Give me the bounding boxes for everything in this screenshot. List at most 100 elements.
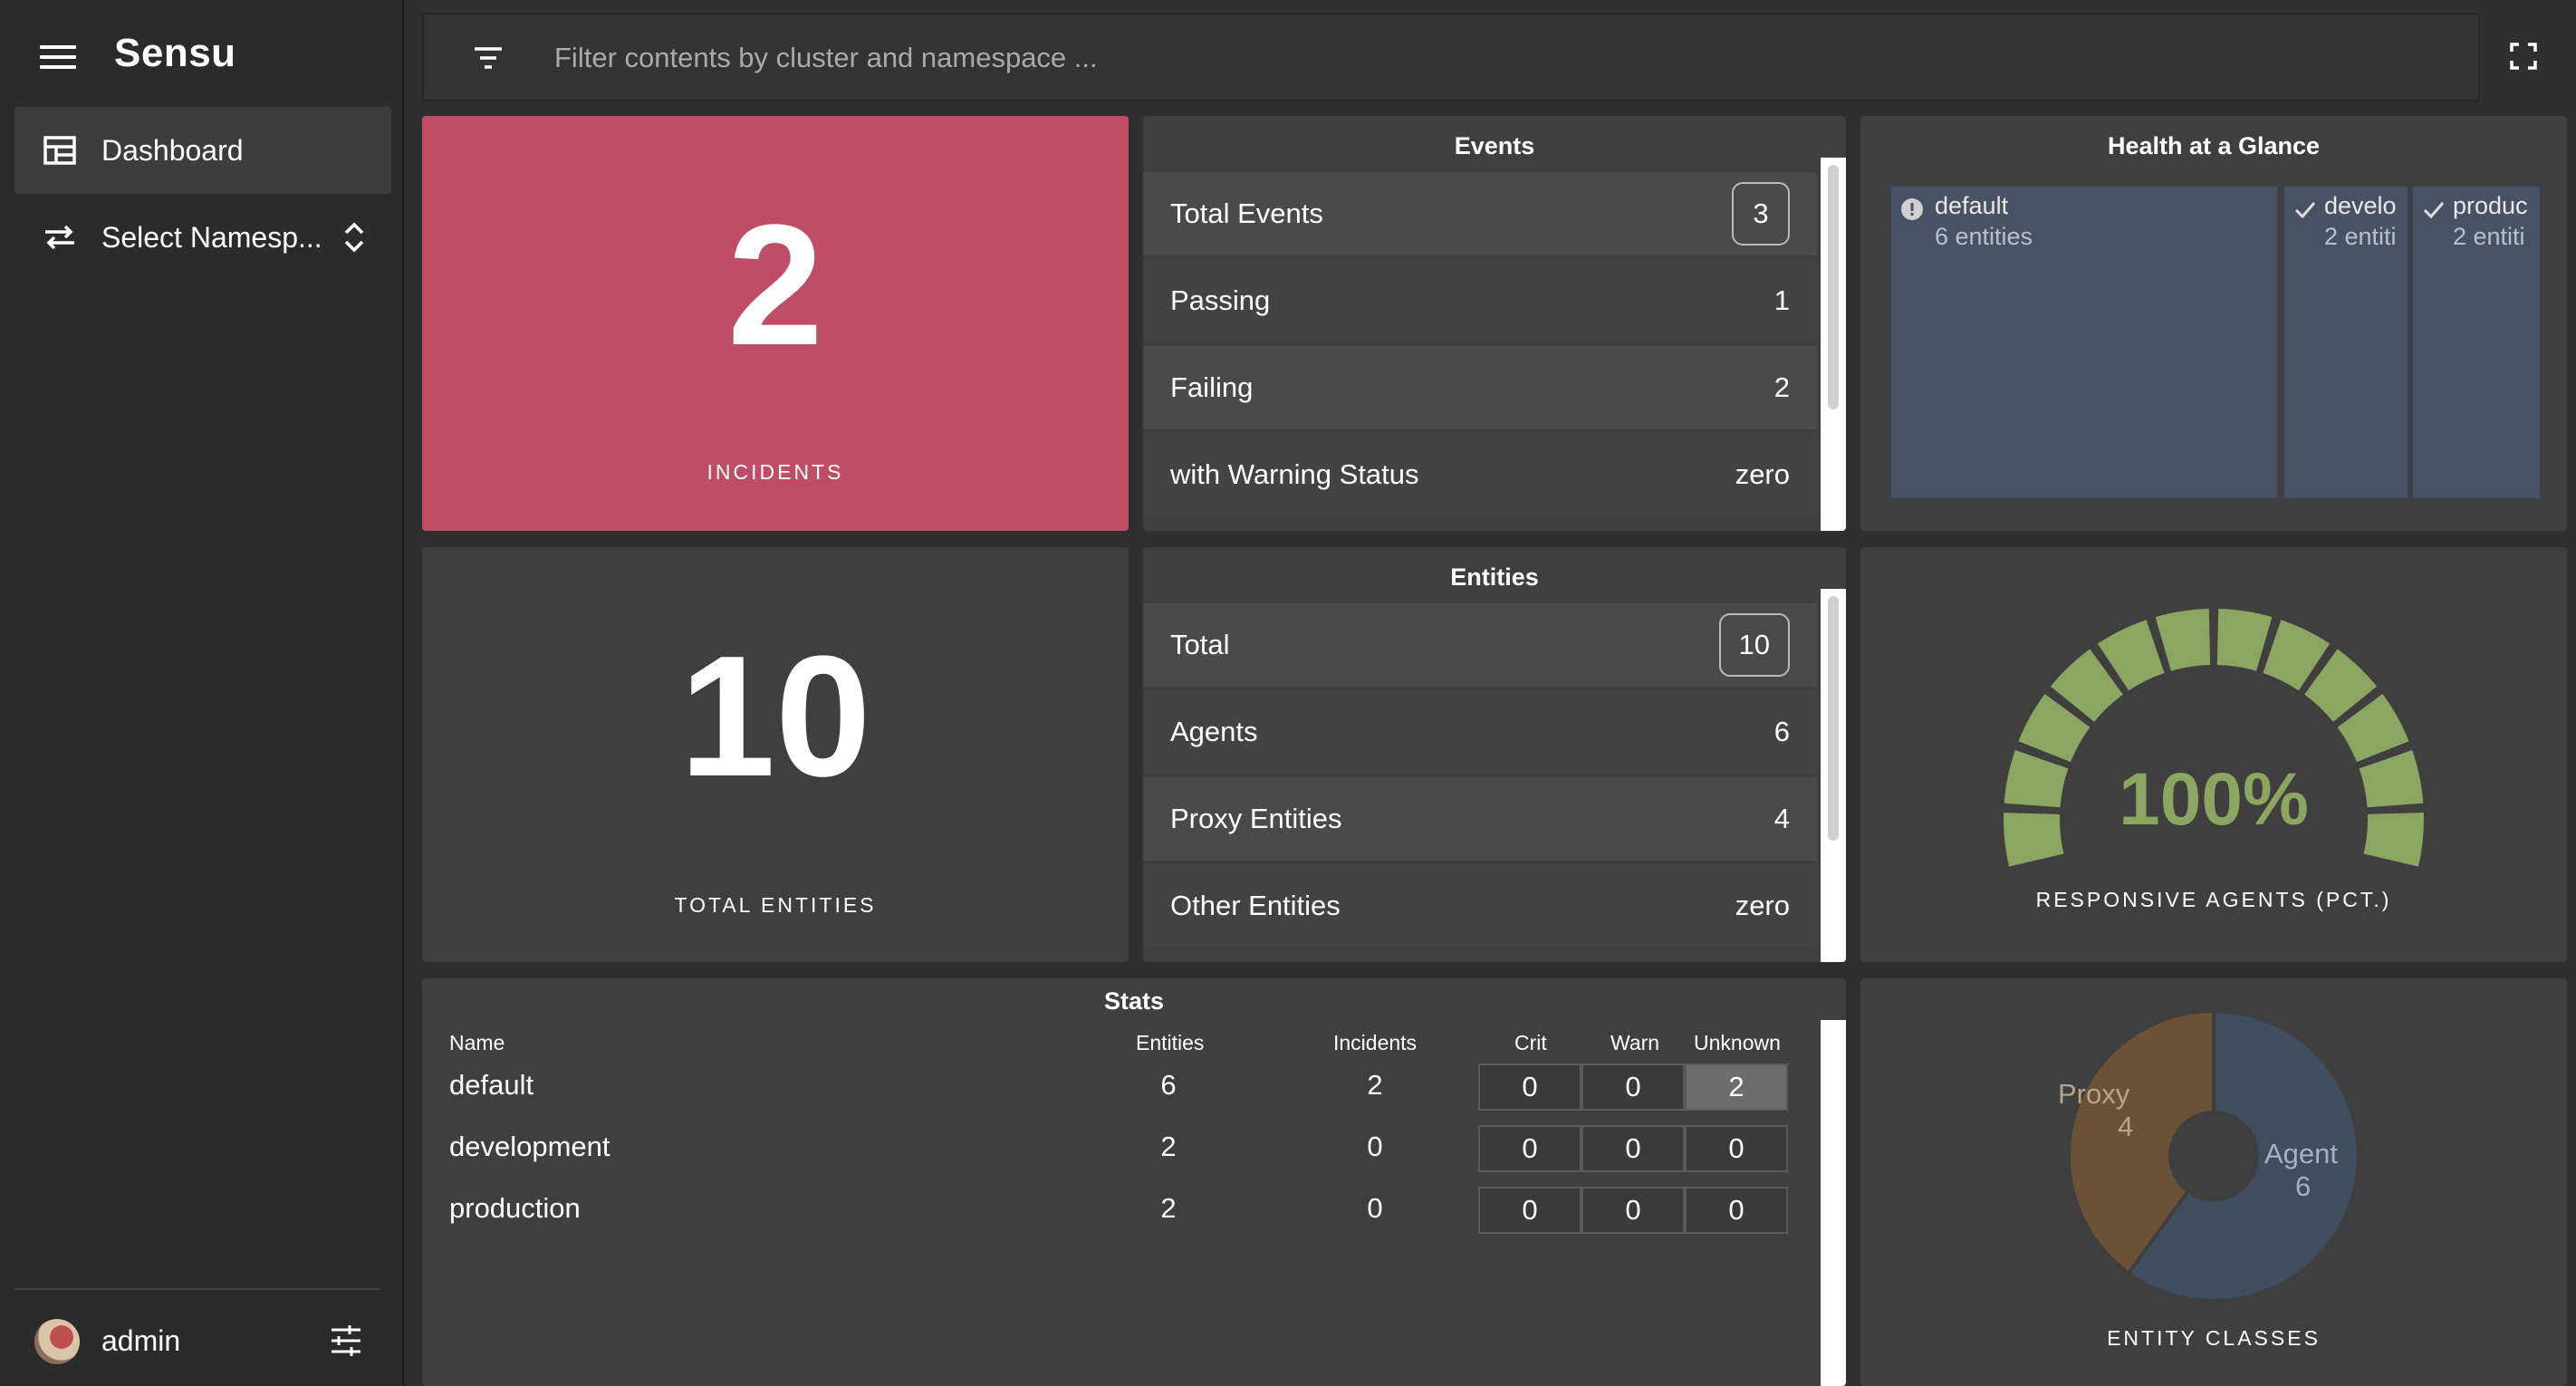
stats-crit-cell[interactable]: 0	[1478, 1187, 1581, 1234]
responsive-value: 100%	[2119, 758, 2309, 841]
stats-row-entities: 6	[1160, 1069, 1177, 1101]
list-item[interactable]: Total 10	[1143, 603, 1817, 687]
filter-input[interactable]	[554, 34, 2185, 82]
list-item-value: 6	[1773, 716, 1790, 747]
slice-label-agent: Agent	[2264, 1138, 2339, 1169]
stats-row-entities: 2	[1160, 1131, 1177, 1162]
incidents-label: INCIDENTS	[706, 460, 844, 484]
stats-row-name[interactable]: default	[449, 1069, 533, 1102]
stats-row-entities: 2	[1160, 1192, 1177, 1224]
check-icon	[2423, 202, 2445, 219]
list-item[interactable]: Passing 1	[1143, 259, 1817, 342]
health-tile-default[interactable]: default 6 entities	[1889, 185, 2279, 500]
health-title: Health at a Glance	[2107, 132, 2321, 159]
health-name: develo	[2324, 192, 2397, 219]
warning-icon	[1901, 198, 1923, 220]
menu-icon[interactable]	[40, 45, 76, 69]
stats-header-warn: Warn	[1610, 1031, 1660, 1054]
scrollbar[interactable]	[1821, 589, 1846, 962]
stats-row-incidents: 0	[1367, 1131, 1383, 1162]
stats-header-entities: Entities	[1136, 1031, 1205, 1054]
stats-row-incidents: 2	[1367, 1069, 1383, 1101]
stats-warn-cell[interactable]: 0	[1581, 1125, 1685, 1172]
user-menu[interactable]: admin	[14, 1301, 391, 1382]
count-badge: 10	[1718, 613, 1790, 677]
list-item-value: 4	[1773, 803, 1790, 834]
incidents-count: 2	[727, 189, 823, 381]
gauge-segment	[2155, 609, 2211, 671]
swap-icon	[45, 225, 74, 250]
check-icon	[2294, 202, 2316, 219]
health-name: produc	[2453, 192, 2528, 219]
list-item[interactable]: Failing 2	[1143, 346, 1817, 429]
list-item[interactable]: with Warning Status zero	[1143, 433, 1817, 516]
namespace-label: Select Namesp...	[101, 220, 322, 254]
scrollbar-thumb[interactable]	[1828, 165, 1839, 409]
stats-title: Stats	[1103, 987, 1165, 1015]
chevron-updown-icon	[344, 222, 364, 253]
health-entities: 2 entiti	[2453, 223, 2525, 250]
entity-classes-chart	[2067, 1008, 2360, 1303]
health-tile-production[interactable]: produc 2 entiti	[2411, 185, 2542, 500]
namespace-selector[interactable]: Select Namesp...	[14, 194, 391, 281]
list-item-label: Total Events	[1170, 197, 1323, 229]
events-title: Events	[1454, 132, 1535, 159]
list-item[interactable]: Proxy Entities 4	[1143, 777, 1817, 861]
total-entities-label: TOTAL ENTITIES	[674, 893, 877, 917]
slice-value-proxy: 4	[2118, 1111, 2134, 1142]
count-badge: 3	[1732, 182, 1790, 245]
health-tile-development[interactable]: develo 2 entiti	[2283, 185, 2409, 500]
responsive-label: RESPONSIVE AGENTS (PCT.)	[2035, 888, 2392, 911]
fullscreen-icon[interactable]	[2509, 42, 2538, 71]
list-item-label: with Warning Status	[1170, 458, 1419, 490]
total-entities-card[interactable]: 10 TOTAL ENTITIES	[422, 547, 1129, 962]
entity-classes-card: ENTITY CLASSES Proxy 4 Agent 6	[1860, 978, 2567, 1386]
stats-warn-cell[interactable]: 0	[1581, 1064, 1685, 1111]
health-card: Health at a Glance default 6 entities de…	[1860, 116, 2567, 531]
stats-unknown-cell[interactable]: 0	[1685, 1187, 1788, 1234]
entities-title: Entities	[1450, 563, 1539, 591]
list-item[interactable]: Other Entities zero	[1143, 864, 1817, 948]
stats-unknown-cell[interactable]: 0	[1685, 1125, 1788, 1172]
entities-card: Entities Total 10 Agents 6 Proxy Entitie…	[1143, 547, 1846, 962]
stats-warn-cell[interactable]: 0	[1581, 1187, 1685, 1234]
stats-header-unknown: Unknown	[1694, 1031, 1781, 1054]
list-item-value: zero	[1735, 890, 1790, 921]
stats-row-name[interactable]: production	[449, 1192, 581, 1225]
stats-unknown-cell[interactable]: 2	[1685, 1064, 1788, 1111]
events-card: Events Total Events 3 Passing 1 Failing …	[1143, 116, 1846, 531]
user-name: admin	[101, 1324, 181, 1357]
sidebar-divider	[14, 1288, 380, 1290]
total-entities-count: 10	[679, 621, 871, 813]
entity-classes-label: ENTITY CLASSES	[2107, 1326, 2321, 1350]
stats-header-name: Name	[449, 1031, 505, 1054]
app-brand: Sensu	[114, 31, 236, 75]
scrollbar[interactable]	[1821, 1020, 1846, 1386]
sidebar-item-dashboard[interactable]: Dashboard	[14, 107, 391, 194]
list-item-label: Passing	[1170, 284, 1271, 316]
scrollbar[interactable]	[1821, 158, 1846, 531]
incidents-card[interactable]: 2 INCIDENTS	[422, 116, 1129, 531]
list-item-label: Agents	[1170, 716, 1258, 747]
preferences-icon[interactable]	[328, 1323, 364, 1359]
sidebar: Sensu Dashboard Select Namesp... admin	[0, 0, 404, 1386]
list-item[interactable]: Agents 6	[1143, 690, 1817, 774]
sidebar-item-label: Dashboard	[101, 133, 244, 167]
filter-icon[interactable]	[473, 45, 504, 71]
stats-crit-cell[interactable]: 0	[1478, 1125, 1581, 1172]
list-item-label: Proxy Entities	[1170, 803, 1342, 834]
dashboard-icon	[43, 136, 76, 165]
slice-value-agent: 6	[2295, 1170, 2312, 1202]
filter-bar	[422, 13, 2480, 101]
list-item-value: 1	[1773, 284, 1790, 316]
scrollbar-thumb[interactable]	[1828, 596, 1839, 841]
stats-crit-cell[interactable]: 0	[1478, 1064, 1581, 1111]
list-item[interactable]: Total Events 3	[1143, 172, 1817, 255]
list-item-label: Other Entities	[1170, 890, 1341, 921]
health-name: default	[1935, 192, 2009, 219]
health-entities: 6 entities	[1935, 223, 2033, 250]
list-item-value: zero	[1735, 458, 1790, 490]
avatar	[34, 1319, 80, 1364]
stats-row-name[interactable]: development	[449, 1131, 610, 1163]
stats-row-incidents: 0	[1367, 1192, 1383, 1224]
